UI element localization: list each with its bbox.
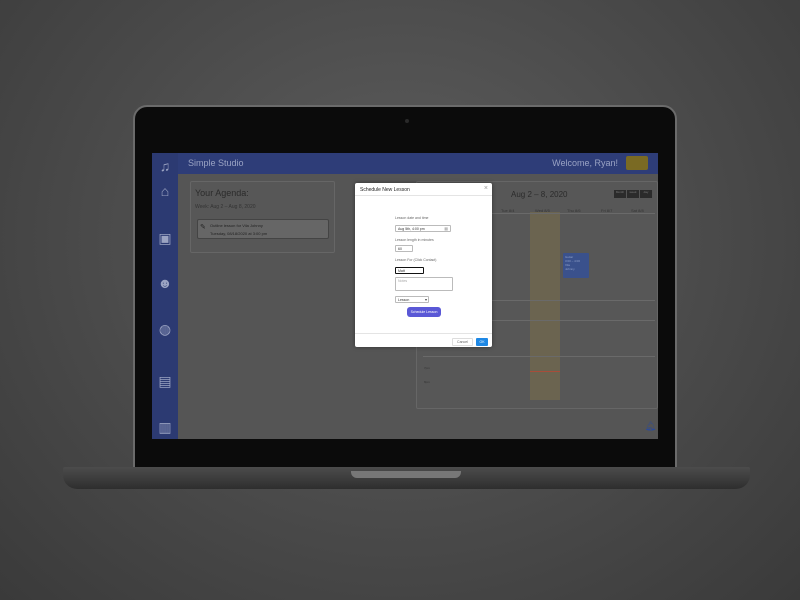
book-icon[interactable]: ▥ xyxy=(156,419,174,435)
calendar-event[interactable]: Guitar 3:00 – 4:00 Vila Johnny xyxy=(563,253,589,278)
week-view-button[interactable]: week xyxy=(627,190,640,198)
laptop-base: MacBook Pro xyxy=(63,467,750,489)
laptop-notch xyxy=(351,471,461,478)
divider xyxy=(355,333,492,334)
music-note-icon[interactable]: ♫ xyxy=(156,158,174,174)
lesson-type-select[interactable]: Lesson xyxy=(395,296,429,303)
money-icon[interactable]: ▤ xyxy=(156,373,174,389)
view-toggle: Month week day xyxy=(614,190,653,198)
month-view-button[interactable]: Month xyxy=(614,190,627,198)
agenda-title: Your Agenda: xyxy=(195,188,249,198)
agenda-panel: Your Agenda: Week: Aug 2 – Aug 8, 2020 ✎… xyxy=(190,181,335,253)
drum-icon[interactable]: ◍ xyxy=(156,321,174,337)
laptop-lid: Simple Studio Welcome, Ryan! ♫ ⌂ ▣ ☻ ◍ ▤… xyxy=(133,105,677,469)
header-action-button[interactable] xyxy=(626,156,648,170)
length-field[interactable]: 60 xyxy=(395,245,413,252)
lesson-for-label: Lesson For (Click Contact) xyxy=(395,258,437,262)
camera-icon xyxy=(405,119,409,123)
date-value: Aug 5th, 4:00 pm xyxy=(398,227,425,231)
ok-button[interactable]: OK xyxy=(476,338,488,346)
pencil-icon: ✎ xyxy=(200,224,206,231)
home-icon[interactable]: ⌂ xyxy=(156,183,174,199)
current-time-line xyxy=(530,371,560,372)
schedule-lesson-button[interactable]: Schedule Lesson xyxy=(407,307,441,317)
day-view-button[interactable]: day xyxy=(640,190,653,198)
time-label: 8pm xyxy=(424,380,430,384)
agenda-week: Week: Aug 2 – Aug 8, 2020 xyxy=(195,204,256,210)
agenda-item[interactable]: ✎ Outline lesson for Vila Johnny Tuesday… xyxy=(197,219,329,239)
teacher-board-icon[interactable]: ▣ xyxy=(156,230,174,246)
laptop-screen: Simple Studio Welcome, Ryan! ♫ ⌂ ▣ ☻ ◍ ▤… xyxy=(152,153,658,439)
schedule-lesson-modal: Schedule New Lesson × Lesson date and ti… xyxy=(355,183,492,347)
sidebar: ♫ ⌂ ▣ ☻ ◍ ▤ ▥ xyxy=(152,153,178,439)
calendar-title: Aug 2 – 8, 2020 xyxy=(511,190,568,199)
modal-title: Schedule New Lesson xyxy=(360,187,410,193)
app-title: Simple Studio xyxy=(188,158,244,168)
app-header: Simple Studio Welcome, Ryan! xyxy=(152,153,658,174)
time-label: 7pm xyxy=(424,366,430,370)
length-label: Lesson length in minutes xyxy=(395,238,434,242)
lesson-for-field[interactable]: Matt xyxy=(395,267,424,274)
date-time-field[interactable]: Aug 5th, 4:00 pm ▦ xyxy=(395,225,451,232)
notes-field[interactable]: Notes xyxy=(395,277,453,291)
bell-icon[interactable]: 🔔︎ xyxy=(645,421,656,432)
date-label: Lesson date and time xyxy=(395,216,429,220)
cancel-button[interactable]: Cancel xyxy=(452,338,473,346)
students-group-icon[interactable]: ☻ xyxy=(156,275,174,291)
close-icon[interactable]: × xyxy=(484,185,488,192)
divider xyxy=(355,195,492,196)
event-line: Johnny xyxy=(565,267,575,271)
agenda-item-sub: Tuesday, 08/18/2020 at 3:00 pm xyxy=(210,231,268,236)
grid-line xyxy=(423,356,655,357)
agenda-item-title: Outline lesson for Vila Johnny xyxy=(210,223,263,228)
calendar-icon: ▦ xyxy=(444,226,448,231)
welcome-text: Welcome, Ryan! xyxy=(552,158,618,168)
